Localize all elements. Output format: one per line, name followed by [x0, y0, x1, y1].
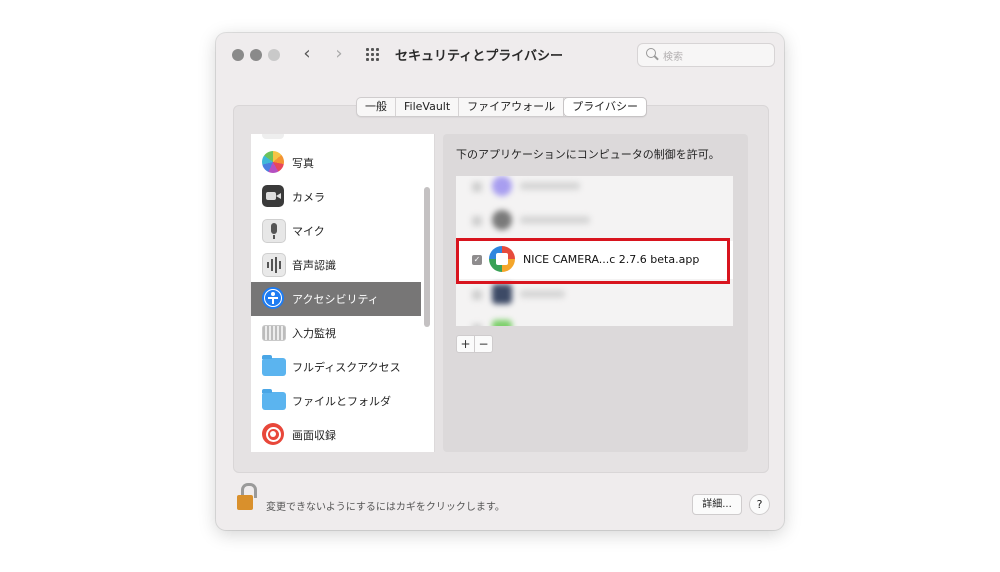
- sidebar-item-input-monitoring[interactable]: 入力監視: [251, 316, 421, 350]
- sidebar-item-label: マイク: [292, 225, 325, 238]
- search-icon: [646, 48, 656, 58]
- lock-icon[interactable]: [235, 483, 257, 511]
- privacy-sidebar[interactable]: 写真 カメラ マイク 音声認識 アクセシビリティ 入力監視 フルディスクアクセス…: [251, 134, 435, 452]
- app-icon: [489, 246, 515, 272]
- sidebar-item-label: フルディスクアクセス: [292, 361, 401, 374]
- title-bar: ‹ › セキュリティとプライバシー 検索: [216, 33, 784, 75]
- sidebar-item-label: カメラ: [292, 191, 325, 204]
- search-placeholder: 検索: [663, 52, 683, 63]
- back-chevron-icon[interactable]: ‹: [296, 42, 318, 66]
- show-all-grid-icon[interactable]: [366, 48, 380, 62]
- help-button[interactable]: ?: [749, 494, 770, 515]
- minimize-window-button[interactable]: [250, 49, 262, 61]
- sidebar-item-full-disk-access[interactable]: フルディスクアクセス: [251, 350, 421, 384]
- tab-firewall[interactable]: ファイアウォール: [459, 98, 565, 116]
- search-input[interactable]: 検索: [637, 43, 775, 67]
- list-item[interactable]: ✓ NICE CAMERA...c 2.7.6 beta.app: [456, 241, 733, 279]
- sidebar-item-photos[interactable]: 写真: [251, 146, 421, 180]
- remove-button[interactable]: −: [475, 336, 492, 352]
- zoom-window-button[interactable]: [268, 49, 280, 61]
- screen-record-icon: [262, 423, 284, 445]
- details-button[interactable]: 詳細...: [692, 494, 742, 515]
- add-button[interactable]: +: [457, 336, 475, 352]
- app-list[interactable]: ✓ NICE CAMERA...c 2.7.6 beta.app: [456, 176, 733, 326]
- folder-icon: [262, 355, 286, 376]
- window-title: セキュリティとプライバシー: [395, 49, 563, 64]
- microphone-icon: [262, 219, 286, 243]
- sidebar-item-speech-recognition[interactable]: 音声認識: [251, 248, 421, 282]
- sidebar-item-label: 入力監視: [292, 327, 336, 340]
- sidebar-item-label: アクセシビリティ: [292, 293, 379, 306]
- forward-chevron-icon[interactable]: ›: [328, 42, 350, 66]
- speech-recognition-icon: [262, 253, 286, 277]
- preferences-window: ‹ › セキュリティとプライバシー 検索 一般 FileVault ファイアウォ…: [216, 33, 784, 530]
- sidebar-item-label: 音声認識: [292, 259, 336, 272]
- sidebar-item-label: ファイルとフォルダ: [292, 395, 391, 408]
- partial-item-icon: [262, 134, 284, 139]
- tab-general[interactable]: 一般: [357, 98, 396, 116]
- sidebar-item-label: 画面収録: [292, 429, 336, 442]
- app-checkbox[interactable]: ✓: [472, 255, 482, 265]
- lock-hint-text: 変更できないようにするにはカギをクリックします。: [266, 502, 505, 513]
- photos-icon: [262, 151, 284, 173]
- tab-bar: 一般 FileVault ファイアウォール プライバシー: [356, 97, 647, 117]
- sidebar-scrollbar[interactable]: [424, 187, 430, 327]
- accessibility-icon: [262, 287, 284, 309]
- sidebar-item-screen-recording[interactable]: 画面収録: [251, 418, 421, 452]
- tab-filevault[interactable]: FileVault: [396, 98, 460, 116]
- sidebar-item-files-and-folders[interactable]: ファイルとフォルダ: [251, 384, 421, 418]
- list-item: [456, 204, 733, 240]
- camera-icon: [262, 185, 284, 207]
- sidebar-item-label: 写真: [292, 157, 314, 170]
- list-item: [456, 312, 733, 326]
- panel-heading: 下のアプリケーションにコンピュータの制御を許可。: [456, 148, 720, 161]
- sidebar-item-microphone[interactable]: マイク: [251, 214, 421, 248]
- add-remove-control: + −: [456, 335, 493, 353]
- tab-privacy[interactable]: プライバシー: [564, 98, 646, 116]
- keyboard-icon: [262, 325, 286, 341]
- app-name: NICE CAMERA...c 2.7.6 beta.app: [523, 253, 700, 266]
- sidebar-item-accessibility[interactable]: アクセシビリティ: [251, 282, 421, 316]
- list-item: [456, 176, 733, 206]
- folder-icon: [262, 389, 286, 410]
- list-item: [456, 278, 733, 314]
- sidebar-item-camera[interactable]: カメラ: [251, 180, 421, 214]
- close-window-button[interactable]: [232, 49, 244, 61]
